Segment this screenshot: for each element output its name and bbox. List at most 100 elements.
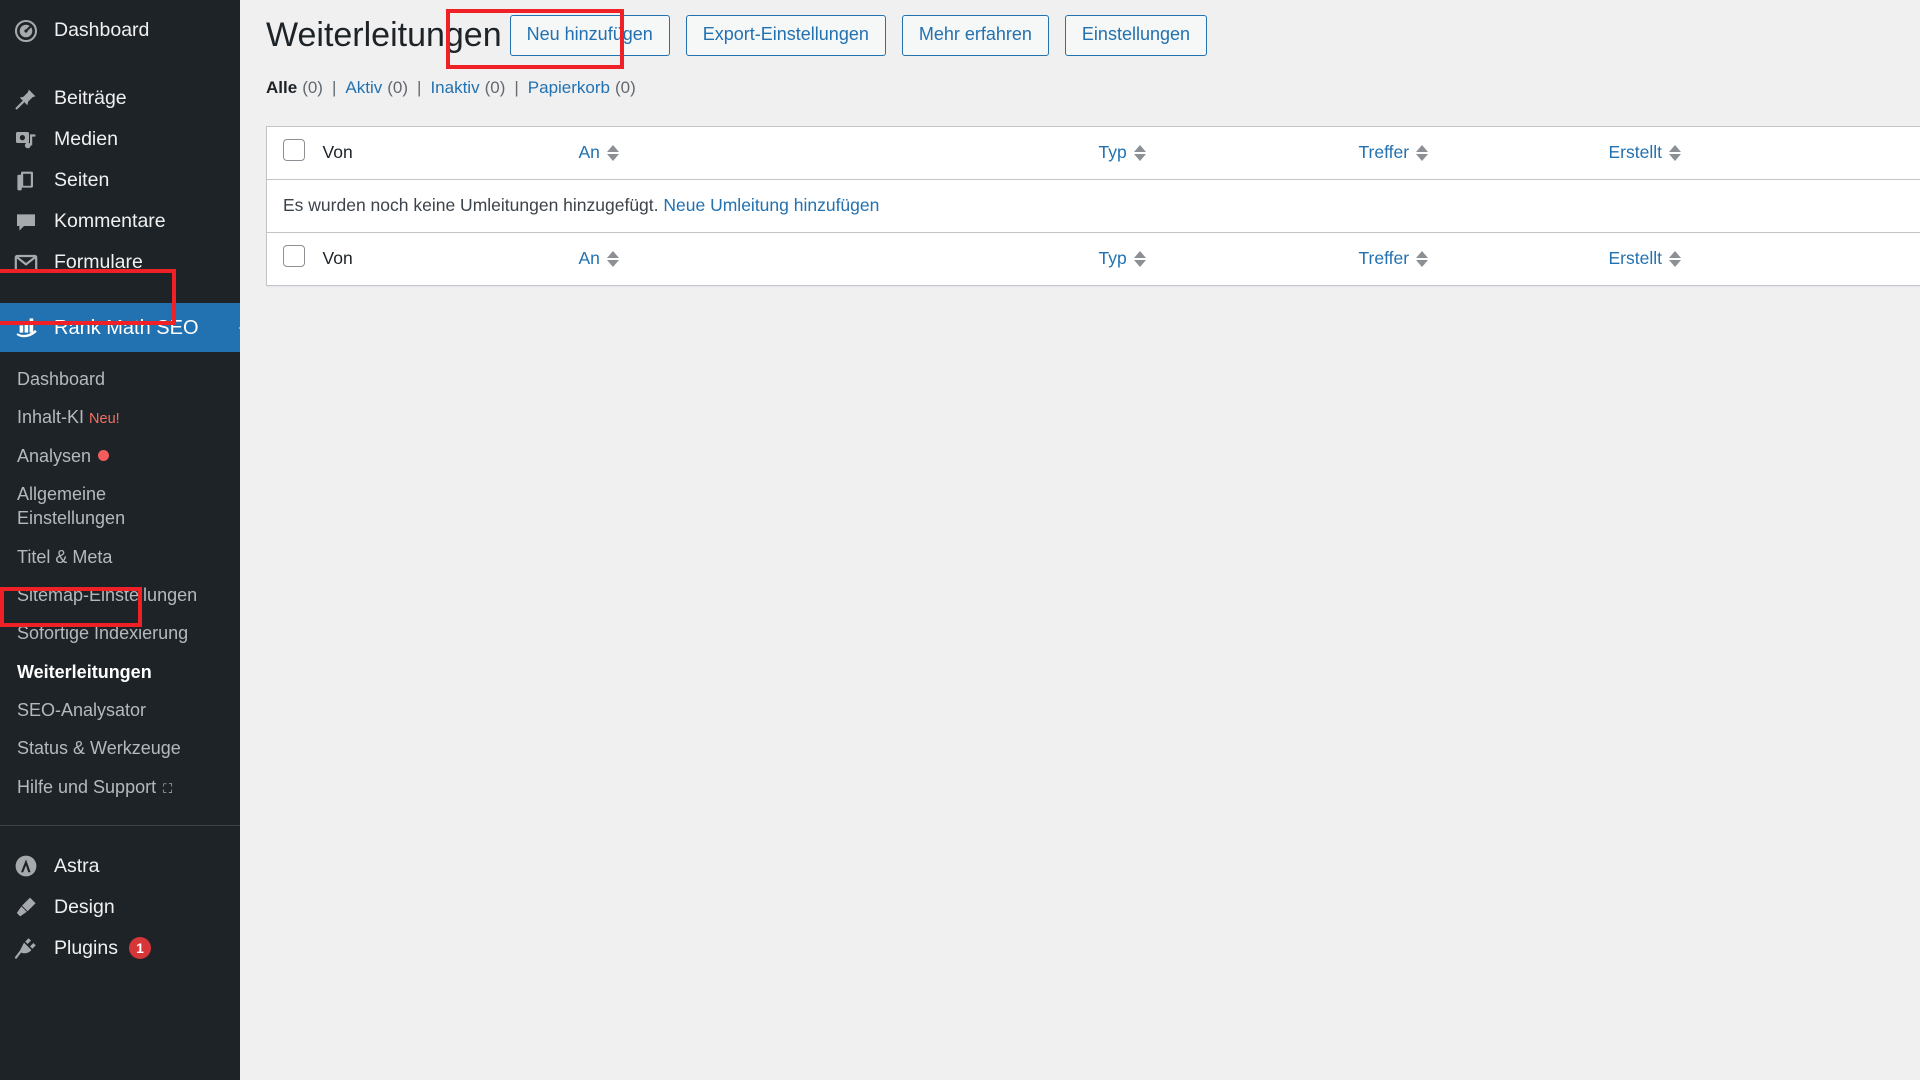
sort-link-hits[interactable]: Treffer bbox=[1359, 142, 1429, 163]
sidebar-item-astra[interactable]: Astra bbox=[0, 846, 240, 887]
plugins-update-badge: 1 bbox=[128, 937, 151, 960]
sort-arrows-icon bbox=[1133, 250, 1146, 267]
sort-link-type[interactable]: Typ bbox=[1099, 142, 1146, 163]
sidebar-item-design[interactable]: Design bbox=[0, 887, 240, 928]
sidebar-item-label: Dashboard bbox=[54, 18, 150, 41]
submenu-item-label: SEO-Analysator bbox=[17, 699, 147, 720]
add-new-button[interactable]: Neu hinzufügen bbox=[509, 14, 670, 56]
filter-separator: | bbox=[417, 77, 422, 97]
filter-link-inaktiv[interactable]: Inaktiv (0) bbox=[430, 78, 505, 98]
sidebar-item-label: Kommentare bbox=[54, 209, 166, 232]
filter-separator: | bbox=[514, 77, 519, 97]
filter-label: Inaktiv bbox=[430, 77, 480, 97]
sort-link-created[interactable]: Erstellt bbox=[1609, 142, 1681, 163]
export-settings-button[interactable]: Export-Einstellungen bbox=[685, 14, 886, 56]
admin-content-area: Weiterleitungen Neu hinzufügen Export-Ei… bbox=[240, 0, 1920, 1080]
sidebar-item-label: Rank Math SEO bbox=[54, 316, 199, 339]
rank-math-icon bbox=[14, 316, 45, 340]
media-icon bbox=[14, 128, 45, 152]
table-body: Es wurden noch keine Umleitungen hinzuge… bbox=[266, 179, 1920, 233]
sort-arrows-icon bbox=[1668, 144, 1681, 161]
column-label-type: Typ bbox=[1098, 142, 1127, 162]
submenu-item-dashboard[interactable]: Dashboard bbox=[0, 360, 240, 398]
filter-link-papierkorb[interactable]: Papierkorb (0) bbox=[528, 78, 636, 98]
sidebar-item-kommentare[interactable]: Kommentare bbox=[0, 201, 240, 242]
sort-link-hits-footer[interactable]: Treffer bbox=[1359, 248, 1429, 269]
column-header-from: Von bbox=[322, 126, 579, 180]
empty-state-cell: Es wurden noch keine Umleitungen hinzuge… bbox=[266, 179, 1920, 233]
sort-link-to-footer[interactable]: An bbox=[579, 248, 619, 269]
settings-button[interactable]: Einstellungen bbox=[1064, 14, 1208, 56]
table-footer-row: Von An Typ Treffer Erstellt bbox=[266, 231, 1920, 285]
sidebar-item-formulare[interactable]: Formulare bbox=[0, 242, 240, 283]
sort-link-to[interactable]: An bbox=[579, 142, 619, 163]
column-label-from: Von bbox=[322, 142, 353, 162]
submenu-item-weiterleitungen[interactable]: Weiterleitungen bbox=[0, 653, 240, 691]
select-all-checkbox-footer[interactable] bbox=[283, 245, 305, 267]
sidebar-item-plugins[interactable]: Plugins 1 bbox=[0, 928, 240, 969]
redirections-table: Von An Typ Treffer Erstellt Es wurden no… bbox=[266, 125, 1920, 286]
sidebar-item-rank-math-seo[interactable]: Rank Math SEO bbox=[0, 303, 249, 352]
submenu-item-analysen[interactable]: Analysen bbox=[0, 437, 240, 475]
submenu-item-status-werkzeuge[interactable]: Status & Werkzeuge bbox=[0, 729, 240, 767]
sidebar-item-medien[interactable]: Medien bbox=[0, 119, 240, 160]
sidebar-item-label: Beiträge bbox=[54, 86, 127, 109]
filter-label: Aktiv bbox=[345, 77, 383, 97]
column-header-hits: Treffer bbox=[1358, 126, 1609, 180]
submenu-item-inhalt-ki[interactable]: Inhalt-KI Neu! bbox=[0, 398, 240, 437]
external-link-icon: ⛶ bbox=[163, 780, 173, 796]
admin-sidebar: Dashboard Beiträge Medien Seiten Komment… bbox=[0, 0, 249, 1080]
submenu-item-label: Weiterleitungen bbox=[17, 661, 152, 682]
plug-icon bbox=[14, 936, 45, 960]
column-label-from: Von bbox=[322, 248, 353, 268]
sort-link-created-footer[interactable]: Erstellt bbox=[1609, 248, 1681, 269]
sort-arrows-icon bbox=[606, 250, 619, 267]
sort-arrows-icon bbox=[1668, 250, 1681, 267]
page-action-buttons: Neu hinzufügen Export-Einstellungen Mehr… bbox=[509, 14, 1208, 56]
filter-link-alle[interactable]: Alle (0) bbox=[266, 78, 323, 98]
submenu-item-titel-meta[interactable]: Titel & Meta bbox=[0, 538, 240, 576]
table-head: Von An Typ Treffer Erstellt bbox=[266, 126, 1920, 180]
select-all-checkbox[interactable] bbox=[283, 139, 305, 161]
filter-separator: | bbox=[331, 77, 337, 97]
column-label-hits: Treffer bbox=[1358, 248, 1410, 268]
red-dot-icon bbox=[98, 449, 110, 461]
submenu-item-label: Allgemeine Einstellungen bbox=[17, 484, 126, 529]
submenu-item-sitemap-einstellungen[interactable]: Sitemap-Einstellungen bbox=[0, 576, 240, 614]
sort-arrows-icon bbox=[1416, 144, 1429, 161]
submenu-item-sofortige-indexierung[interactable]: Sofortige Indexierung bbox=[0, 614, 240, 652]
sort-arrows-icon bbox=[1416, 250, 1429, 267]
column-label-to: An bbox=[578, 142, 600, 162]
filter-count: (0) bbox=[484, 77, 506, 97]
filter-label: Papierkorb bbox=[527, 77, 610, 97]
submenu-item-label: Sitemap-Einstellungen bbox=[17, 585, 198, 606]
filter-count: (0) bbox=[387, 77, 409, 97]
column-footer-created: Erstellt bbox=[1608, 231, 1920, 285]
comments-icon bbox=[14, 210, 45, 234]
sidebar-item-label: Plugins bbox=[54, 936, 118, 959]
sidebar-item-beitraege[interactable]: Beiträge bbox=[0, 78, 240, 119]
new-badge: Neu! bbox=[89, 411, 120, 428]
submenu-item-label: Sofortige Indexierung bbox=[17, 623, 189, 644]
sidebar-item-label: Medien bbox=[54, 127, 118, 150]
learn-more-button[interactable]: Mehr erfahren bbox=[901, 14, 1049, 56]
add-new-redirection-link[interactable]: Neue Umleitung hinzufügen bbox=[663, 195, 879, 215]
redirections-table-container: Von An Typ Treffer Erstellt Es wurden no… bbox=[266, 125, 1920, 286]
empty-state-message: Es wurden noch keine Umleitungen hinzuge… bbox=[283, 194, 659, 215]
sort-link-type-footer[interactable]: Typ bbox=[1099, 248, 1146, 269]
submenu-item-allgemeine-einstellungen[interactable]: Allgemeine Einstellungen bbox=[0, 475, 150, 538]
filter-count: (0) bbox=[615, 77, 636, 97]
column-label-to: An bbox=[578, 248, 600, 268]
sidebar-divider bbox=[0, 824, 240, 826]
sidebar-item-dashboard[interactable]: Dashboard bbox=[0, 10, 240, 51]
dashboard-icon bbox=[14, 19, 45, 43]
submenu-item-seo-analysator[interactable]: SEO-Analysator bbox=[0, 691, 240, 729]
page-title: Weiterleitungen bbox=[266, 16, 502, 54]
select-all-footer bbox=[266, 231, 323, 285]
column-footer-hits: Treffer bbox=[1358, 231, 1609, 285]
filter-link-aktiv[interactable]: Aktiv (0) bbox=[345, 78, 408, 98]
astra-logo-icon bbox=[14, 854, 45, 878]
submenu-item-hilfe-und-support[interactable]: Hilfe und Support ⛶ bbox=[0, 768, 240, 806]
wordpress-admin-screen: Dashboard Beiträge Medien Seiten Komment… bbox=[0, 0, 1920, 1080]
sidebar-item-seiten[interactable]: Seiten bbox=[0, 160, 240, 201]
